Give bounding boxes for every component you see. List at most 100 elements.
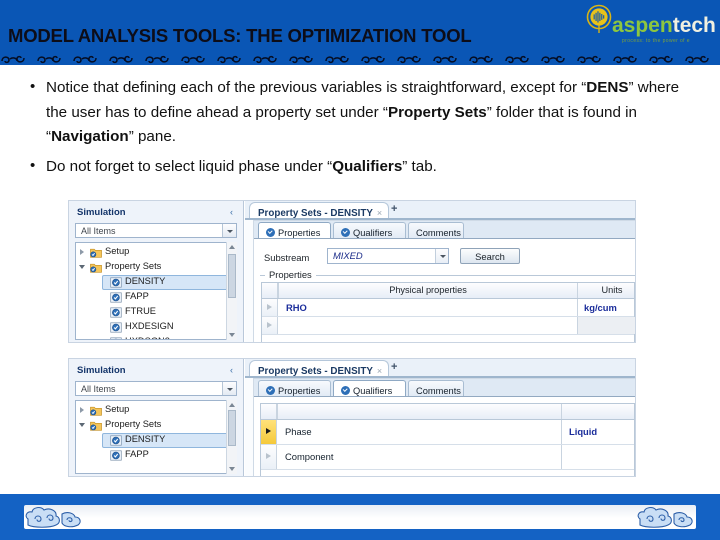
row-selector-cell[interactable] [262,299,278,316]
grid-header-row [261,404,634,420]
cell-qualifier-name[interactable]: Phase [285,420,312,444]
expander-open-icon[interactable] [79,265,85,269]
group-divider [260,275,635,276]
cell-physical-property[interactable]: RHO [286,299,307,316]
ornament-motif [685,55,709,64]
cell-units[interactable] [578,317,635,334]
tree-item-property-sets[interactable]: Property Sets [76,260,236,275]
tab-label: Properties [278,228,321,238]
qualifiers-grid[interactable]: Phase Liquid Component [260,403,635,476]
expander-closed-icon[interactable] [80,249,84,255]
chevron-down-icon[interactable] [222,224,236,237]
tree-item-label: Property Sets [105,419,162,429]
substream-dropdown[interactable]: MIXED [327,248,449,264]
collapse-pane-icon[interactable]: ‹ [230,207,233,217]
navigation-tree-1[interactable]: Setup Property Sets DENSITY FAPP FTRUE HXDESI… [75,242,237,340]
tree-item-hxdesign[interactable]: HXDESIGN [76,320,236,335]
scroll-up-icon[interactable] [229,403,235,407]
nav-tree-scrollbar-2[interactable] [226,400,237,474]
logo-tagline: process: to the power of e [622,38,690,44]
scroll-down-icon[interactable] [229,467,235,471]
scrollbar-thumb[interactable] [228,254,236,298]
tab-properties[interactable]: Properties [258,380,331,396]
tab-properties[interactable]: Properties [258,222,331,238]
scrollbar-thumb[interactable] [228,410,236,446]
tree-item-ftrue[interactable]: FTRUE [76,305,236,320]
scroll-up-icon[interactable] [229,245,235,249]
new-tab-icon[interactable]: + [391,361,397,373]
table-row[interactable] [262,317,635,335]
column-header-units[interactable]: Units [578,283,635,298]
ornament-motif [145,55,169,64]
folder-check-icon [90,263,102,273]
scroll-down-icon[interactable] [229,333,235,337]
ornament-motif [505,55,529,64]
chevron-down-icon[interactable] [222,382,236,395]
folder-check-icon [90,406,102,416]
all-items-filter-dropdown[interactable]: All Items [75,223,237,238]
aspentech-wordmark: aspentech [612,15,716,36]
row-selector-cell-current[interactable] [261,420,277,444]
tree-item-density[interactable]: DENSITY [76,275,236,290]
close-icon[interactable]: × [377,366,382,376]
header-ornament-band [0,54,720,65]
nav-pane-title: Simulation [77,207,126,218]
bullet-text: Do not forget to select liquid phase und… [46,155,720,180]
bullet-span: Notice that defining each of the previou… [46,79,587,96]
group-title: Properties [265,269,316,280]
tab-label: Comments [416,228,461,238]
properties-panel-1: Properties Qualifiers Comments Substream M… [253,220,635,342]
expander-open-icon[interactable] [79,423,85,427]
close-icon[interactable]: × [377,208,382,218]
row-selector-cell[interactable] [261,445,277,469]
navigation-tree-2[interactable]: Setup Property Sets DENSITY FAPP [75,400,237,474]
chevron-down-icon[interactable] [435,249,448,263]
tab-comments[interactable]: Comments [408,222,464,238]
tab-qualifiers[interactable]: Qualifiers [333,222,406,238]
ornament-motif [613,55,637,64]
document-tab-density-2[interactable]: Property Sets - DENSITY × [249,360,389,377]
aspen-plus-screenshot-qualifiers-tab: Simulation ‹ All Items Setup Property Set… [68,358,636,477]
all-items-filter-dropdown[interactable]: All Items [75,381,237,396]
properties-grid[interactable]: Physical properties Units RHO kg/cum [261,282,635,342]
tree-item-label: DENSITY [125,276,166,286]
nav-tree-scrollbar-1[interactable] [226,242,237,340]
logo-word-aspen: aspen [612,14,673,37]
column-header-qualifier[interactable] [278,404,561,419]
cloud-scroll-ornament-right [637,507,693,528]
ornament-motif [577,55,601,64]
expander-closed-icon[interactable] [80,407,84,413]
document-tab-bar-1: Property Sets - DENSITY × + [245,201,635,220]
folder-check-icon [90,421,102,431]
search-button[interactable]: Search [460,248,520,264]
check-badge-icon [266,386,275,395]
collapse-pane-icon[interactable]: ‹ [230,365,233,375]
tree-item-setup[interactable]: Setup [76,403,236,418]
table-row[interactable]: Phase Liquid [261,420,634,445]
table-row[interactable]: RHO kg/cum [262,299,634,317]
tree-item-hxdsgn2[interactable]: HXDSGN2 [76,335,236,339]
tree-item-fapp[interactable]: FAPP [76,290,236,305]
new-tab-icon[interactable]: + [391,203,397,215]
check-badge-icon [266,228,275,237]
sheet-check-icon [110,337,122,339]
cell-units[interactable]: kg/cum [584,299,617,316]
tree-item-fapp[interactable]: FAPP [76,448,236,463]
tree-item-setup[interactable]: Setup [76,245,236,260]
tab-qualifiers[interactable]: Qualifiers [333,380,406,396]
ornament-motif [541,55,565,64]
cell-qualifier-name[interactable]: Component [285,445,333,469]
cell-qualifier-value[interactable]: Liquid [569,420,597,444]
panel-tab-strip-1: Properties Qualifiers Comments [254,221,635,238]
column-header-physical-properties[interactable]: Physical properties [279,283,577,298]
table-row[interactable]: Component [261,445,634,470]
tree-item-density[interactable]: DENSITY [76,433,236,448]
document-tab-density-1[interactable]: Property Sets - DENSITY × [249,202,389,219]
row-selector-cell[interactable] [262,317,278,334]
tab-comments[interactable]: Comments [408,380,464,396]
column-header-value[interactable] [562,404,635,419]
sheet-check-icon [110,307,122,318]
all-items-filter-value: All Items [81,226,116,236]
ornament-motif [73,55,97,64]
tree-item-property-sets[interactable]: Property Sets [76,418,236,433]
